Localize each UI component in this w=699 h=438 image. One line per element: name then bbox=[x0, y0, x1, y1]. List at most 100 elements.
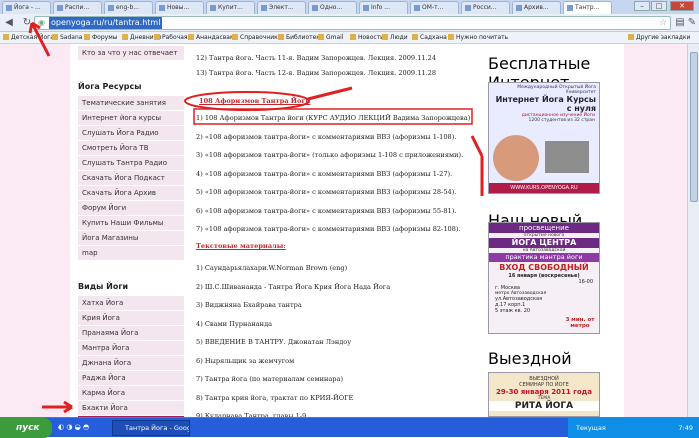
tab-label: OM-т... bbox=[422, 4, 444, 11]
browser-tab[interactable]: Info ... bbox=[359, 1, 408, 14]
browser-tab[interactable]: Купит... bbox=[206, 1, 255, 14]
star-icon[interactable]: ☆ bbox=[659, 17, 667, 29]
aphorism-link[interactable]: 5) «108 афоризмов тантра-йоги» с коммент… bbox=[196, 188, 456, 196]
sidebar-item-yoga-type[interactable]: Хатха Йога bbox=[78, 296, 184, 311]
text-material-link[interactable]: 3) Виджняна Бхайрава тантра bbox=[196, 301, 302, 309]
language-indicator[interactable]: Текущая bbox=[576, 418, 606, 438]
address-bar[interactable]: ◉ openyoga.ru/ru/tantra.html ☆ bbox=[34, 16, 671, 30]
sidebar-item-resource[interactable]: Слушать Йога Радио bbox=[78, 126, 184, 141]
aphorism-link[interactable]: 2) «108 афоризмов тантра-йоги» с коммент… bbox=[196, 133, 456, 141]
quick-launch[interactable]: ◐ ◑ ◒ ◓ bbox=[58, 423, 106, 433]
sidebar-item-yoga-type[interactable]: Раджа Йога bbox=[78, 371, 184, 386]
minimize-button[interactable]: – bbox=[634, 1, 650, 11]
browser-tab[interactable]: Одно... bbox=[308, 1, 357, 14]
text-material-link[interactable]: 6) Ныряльщик за жемчугом bbox=[196, 357, 294, 365]
bookmark-item[interactable]: Садхана bbox=[412, 32, 447, 43]
sidebar-item-yoga-type[interactable]: Мантра Йога bbox=[78, 341, 184, 356]
tab-label: Росси... bbox=[473, 4, 497, 11]
bookmark-item[interactable]: Gmail bbox=[318, 32, 344, 43]
aphorism-link[interactable]: 7) «108 афоризмов тантра-йоги» с коммент… bbox=[196, 225, 461, 233]
browser-tab[interactable]: OM-т... bbox=[410, 1, 459, 14]
browser-tab[interactable]: eng-b... bbox=[104, 1, 153, 14]
vertical-scrollbar[interactable] bbox=[687, 44, 699, 417]
tab-favicon-icon bbox=[159, 4, 165, 11]
sidebar-item-yoga-type[interactable]: Бхакти Йога bbox=[78, 401, 184, 416]
text-material-link[interactable]: 2) Ш.С.Шивананда - Тантра Йога Крия Йога… bbox=[196, 283, 390, 291]
text-material-link[interactable]: 8) Тантра крия йога, трактат по КРИЯ-ЙОГ… bbox=[196, 394, 353, 402]
taskbar-window-button[interactable]: Тантра Йога - Googl... bbox=[112, 420, 190, 436]
bookmark-item[interactable]: Нужно почитать bbox=[448, 32, 508, 43]
browser-tab[interactable]: Новы... bbox=[155, 1, 204, 14]
aphorism-link[interactable]: 1) 108 Афоризмов Тантра йоги (КУРС АУДИО… bbox=[196, 114, 470, 122]
bookmark-item[interactable]: Детская Йога bbox=[3, 32, 54, 43]
courses-banner[interactable]: Международный Открытый Йога Университет … bbox=[488, 82, 600, 194]
tab-label: eng-b... bbox=[116, 4, 139, 11]
browser-tab[interactable]: Тантр... bbox=[563, 1, 612, 14]
sidebar-item-resource[interactable]: Слушать Тантра Радио bbox=[78, 156, 184, 171]
text-material-link[interactable]: 4) Свами Пурнананда bbox=[196, 320, 272, 328]
sidebar-item-resource[interactable]: Тематические занятия bbox=[78, 96, 184, 111]
wrench-icon[interactable]: ✎ bbox=[686, 17, 698, 29]
close-window-button[interactable]: ✕ bbox=[670, 1, 694, 11]
seminar-banner[interactable]: ВЫЕЗДНОЙ СЕМИНАР ПО ЙОГЕ 29-30 января 20… bbox=[488, 372, 600, 417]
browser-tab[interactable]: Архив... bbox=[512, 1, 561, 14]
bookmark-item[interactable]: Рабочая bbox=[154, 32, 188, 43]
browser-tab[interactable]: Росси... bbox=[461, 1, 510, 14]
sidebar-item-resource[interactable]: map bbox=[78, 246, 184, 261]
tab-label: Одно... bbox=[320, 4, 343, 11]
annotation-arrow bbox=[307, 86, 353, 101]
banner-url: WWW.KURS.OPENYOGA.RU bbox=[489, 183, 599, 193]
aphorism-link[interactable]: 3) «108 афоризмов тантра-йоги» (только а… bbox=[196, 151, 463, 159]
lecture-link[interactable]: 13) Тантра йога. Часть 12-я. Вадим Запор… bbox=[196, 69, 436, 77]
yoga-photo bbox=[545, 141, 589, 173]
text-material-link[interactable]: 1) Саундарьялахари.W.Norman Brown (eng) bbox=[196, 264, 347, 272]
lecture-link[interactable]: 12) Тантра йога. Часть 11-я. Вадим Запор… bbox=[196, 54, 436, 62]
scroll-thumb[interactable] bbox=[690, 52, 698, 202]
text-material-link[interactable]: 7) Тантра йога (по материалам семинара) bbox=[196, 375, 343, 383]
banner-text: ЙОГА ЦЕНТРА bbox=[489, 238, 599, 248]
browser-tab[interactable]: Элект... bbox=[257, 1, 306, 14]
sidebar-item-yoga-type[interactable]: Джнана Йога bbox=[78, 356, 184, 371]
maximize-button[interactable]: □ bbox=[651, 1, 667, 11]
banner-text: ВЫЕЗДНОЙ bbox=[529, 376, 559, 382]
sidebar-item-resource[interactable]: Смотреть Йога ТВ bbox=[78, 141, 184, 156]
bookmarks-bar: Детская Йога Sadana Форумы Дневники Рабочая А… bbox=[0, 32, 699, 44]
browser-tab[interactable]: Распи... bbox=[53, 1, 102, 14]
sidebar-item-yoga-type[interactable]: Крия Йога bbox=[78, 311, 184, 326]
sidebar-types-title: Виды Йоги bbox=[78, 282, 129, 291]
sidebar-item-resource[interactable]: Йога Магазины bbox=[78, 231, 184, 246]
banner-text: Международный Открытый Йога Университет bbox=[517, 85, 596, 95]
sidebar-item-resource[interactable]: Интернет йога курсы bbox=[78, 111, 184, 126]
address-url[interactable]: openyoga.ru/ru/tantra.html bbox=[49, 17, 163, 29]
bookmark-item[interactable]: Люди bbox=[382, 32, 408, 43]
web-page: Кто за что у нас отвечает Йога Ресурсы Т… bbox=[0, 44, 687, 417]
tab-favicon-icon bbox=[6, 4, 12, 11]
center-banner[interactable]: просвещение открытие нового ЙОГА ЦЕНТРА … bbox=[488, 222, 600, 334]
sidebar-item-resource[interactable]: Форум Йоги bbox=[78, 201, 184, 216]
tab-favicon-icon bbox=[414, 4, 420, 11]
bookmark-item[interactable]: Новости bbox=[350, 32, 384, 43]
sidebar-item-resource[interactable]: Купить Наши Фильмы bbox=[78, 216, 184, 231]
aphorism-link[interactable]: 4) «108 афоризмов тантра-йоги» с коммент… bbox=[196, 170, 452, 178]
sidebar-item-resource[interactable]: Скачать Йога Подкаст bbox=[78, 171, 184, 186]
banner-text: 3 мин. от метро bbox=[565, 317, 595, 329]
bookmark-item[interactable]: Справочники bbox=[232, 32, 282, 43]
bookmark-item[interactable]: Форумы bbox=[84, 32, 117, 43]
back-icon[interactable]: ◀ bbox=[3, 17, 15, 29]
bookmark-item[interactable]: Sadana bbox=[52, 32, 82, 43]
bookmark-item[interactable]: Библиотеки bbox=[278, 32, 324, 43]
browser-tab[interactable]: Йога - ... bbox=[2, 1, 51, 14]
sidebar-item-yoga-type[interactable]: Карма Йога bbox=[78, 386, 184, 401]
aphorism-link[interactable]: 6) «108 афоризмов тантра-йоги» с коммент… bbox=[196, 207, 456, 215]
bookmark-item[interactable]: Другие закладки bbox=[628, 32, 690, 43]
page-menu-icon[interactable]: ▤ bbox=[674, 17, 686, 29]
sidebar-item-yoga-type[interactable]: Пранаяма Йога bbox=[78, 326, 184, 341]
bookmark-item[interactable]: Анандасвами bbox=[188, 32, 238, 43]
start-button[interactable]: пуск bbox=[0, 418, 52, 438]
text-material-link[interactable]: 5) ВВЕДЕНИЕ В ТАНТРУ. Джонатан Лэндоу bbox=[196, 338, 351, 346]
tab-label: Архив... bbox=[524, 4, 549, 11]
sidebar-item-resource[interactable]: Скачать Йога Архив bbox=[78, 186, 184, 201]
sidebar-item-responsibility[interactable]: Кто за что у нас отвечает bbox=[78, 46, 184, 61]
banner-text: просвещение bbox=[489, 223, 599, 233]
reload-icon[interactable]: ↻ bbox=[21, 17, 33, 29]
